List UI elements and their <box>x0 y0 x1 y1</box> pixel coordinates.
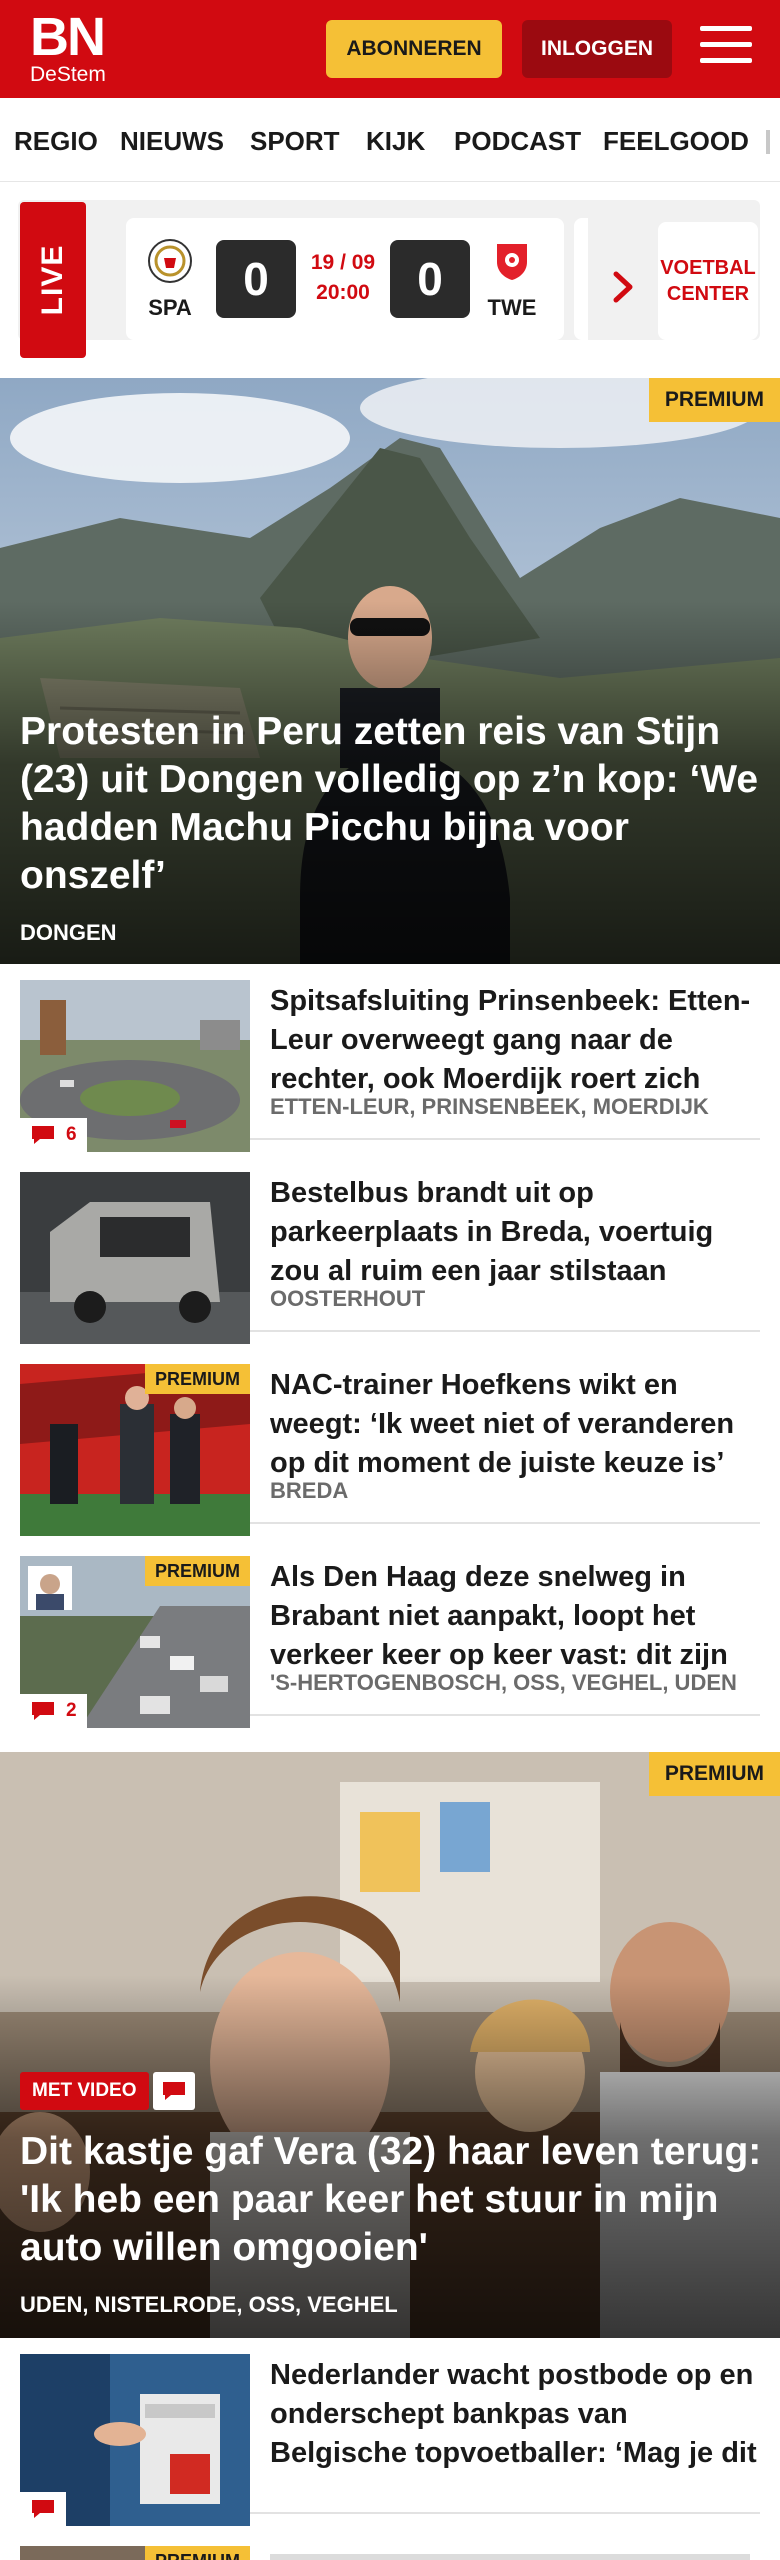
match-date: 19 / 09 <box>310 251 376 274</box>
hero-title[interactable]: Dit kastje gaf Vera (32) haar leven teru… <box>20 2128 765 2272</box>
article-location: 'S-HERTOGENBOSCH, OSS, VEGHEL, UDEN <box>270 1670 737 1695</box>
away-crest-icon <box>497 244 527 280</box>
list-item[interactable]: PREMIUM 2 Als Den Haag deze snelweg in B… <box>20 1540 760 1728</box>
nav-item-podcast[interactable]: PODCAST <box>454 126 581 157</box>
nav-item-regio[interactable]: REGIO <box>14 126 98 157</box>
site-header: BN DeStem ABONNEREN INLOGGEN <box>0 0 780 98</box>
comment-count-badge[interactable]: 6 <box>20 1118 87 1152</box>
hero-title[interactable]: Protesten in Peru zetten reis van Stijn … <box>20 708 765 900</box>
live-score-bar: LIVE SPA 0 19 / 09 20:00 0 TWE VOETBAL C… <box>0 182 780 376</box>
article-thumbnail <box>20 2354 250 2526</box>
article-title[interactable]: Als Den Haag deze snelweg in Brabant nie… <box>270 1558 760 1675</box>
chevron-right-icon[interactable] <box>606 270 640 304</box>
live-score-container: LIVE SPA 0 19 / 09 20:00 0 TWE VOETBAL C… <box>18 200 760 358</box>
premium-badge: PREMIUM <box>648 378 780 422</box>
premium-badge: PREMIUM <box>145 1556 250 1586</box>
article-title-cutoff <box>270 2554 750 2560</box>
next-match-card-peek[interactable] <box>574 218 588 340</box>
video-label: MET VIDEO <box>20 2072 149 2110</box>
hero-article-peru[interactable]: PREMIUM Protesten in Peru zetten reis va… <box>0 378 780 964</box>
list-item[interactable]: 6 Spitsafsluiting Prinsenbeek: Etten-Leu… <box>20 964 760 1152</box>
away-score: 0 <box>390 240 470 318</box>
comment-icon <box>32 1126 54 1144</box>
subscribe-button[interactable]: ABONNEREN <box>326 20 502 78</box>
hero-location: DONGEN <box>20 920 117 945</box>
article-title[interactable]: NAC-trainer Hoefkens wikt en weegt: ‘Ik … <box>270 1366 760 1483</box>
live-tag: LIVE <box>20 202 86 358</box>
away-team: TWE <box>482 238 542 321</box>
premium-badge: PREMIUM <box>648 1752 780 1796</box>
logo-main: BN <box>30 7 106 67</box>
live-tag-label: LIVE <box>36 244 69 316</box>
comment-icon <box>32 2500 54 2518</box>
comment-count-badge[interactable]: 2 <box>20 1694 87 1728</box>
nav-item-nieuws[interactable]: NIEUWS <box>120 126 224 157</box>
article-thumbnail: 6 <box>20 980 250 1152</box>
nav-item-sport[interactable]: SPORT <box>250 126 340 157</box>
match-kickoff: 19 / 09 20:00 <box>298 248 388 308</box>
video-badge: MET VIDEO <box>20 2072 195 2110</box>
article-title[interactable]: Nederlander wacht postbode op en ondersc… <box>270 2356 760 2473</box>
article-thumbnail: PREMIUM <box>20 1364 250 1536</box>
article-thumbnail: PREMIUM <box>20 2546 250 2560</box>
home-team: SPA <box>140 238 200 321</box>
site-logo[interactable]: BN DeStem <box>30 7 110 88</box>
article-thumbnail <box>20 1172 250 1344</box>
comment-count: 6 <box>66 1124 77 1145</box>
article-title[interactable]: Spitsafsluiting Prinsenbeek: Etten-Leur … <box>270 982 760 1099</box>
main-nav: REGIO NIEUWS SPORT KIJK PODCAST FEELGOOD <box>0 98 780 182</box>
list-item[interactable]: Bestelbus brandt uit op parkeerplaats in… <box>20 1156 760 1344</box>
article-title[interactable]: Bestelbus brandt uit op parkeerplaats in… <box>270 1174 760 1291</box>
hero-location: UDEN, NISTELRODE, OSS, VEGHEL <box>20 2292 398 2317</box>
list-item[interactable]: PREMIUM <box>20 2530 760 2560</box>
list-item[interactable]: Nederlander wacht postbode op en ondersc… <box>20 2338 760 2526</box>
comment-icon <box>162 2082 185 2100</box>
comment-count: 2 <box>66 1700 77 1721</box>
home-team-abbr: SPA <box>148 295 192 320</box>
article-location: BREDA <box>270 1478 349 1503</box>
home-score: 0 <box>216 240 296 318</box>
nav-item-feelgood[interactable]: FEELGOOD <box>603 126 749 157</box>
match-card[interactable]: SPA 0 19 / 09 20:00 0 TWE <box>126 218 564 340</box>
away-team-abbr: TWE <box>487 295 537 320</box>
article-location: ETTEN-LEUR, PRINSENBEEK, MOERDIJK <box>270 1094 709 1119</box>
thumbnail-burned-van <box>20 1172 250 1344</box>
home-crest-icon <box>148 239 192 283</box>
hero-article-vera[interactable]: PREMIUM MET VIDEO Dit kastje gaf Vera (3… <box>0 1752 780 2338</box>
login-button[interactable]: INLOGGEN <box>522 20 672 78</box>
nav-item-kijk[interactable]: KIJK <box>366 126 425 157</box>
comment-count-badge[interactable] <box>20 2492 66 2526</box>
hamburger-icon[interactable] <box>700 26 752 70</box>
article-thumbnail: PREMIUM 2 <box>20 1556 250 1728</box>
article-location: OOSTERHOUT <box>270 1286 426 1311</box>
comment-badge[interactable] <box>152 2072 195 2110</box>
list-item[interactable]: PREMIUM NAC-trainer Hoefkens wikt en wee… <box>20 1348 760 1536</box>
premium-badge: PREMIUM <box>145 1364 250 1394</box>
logo-sub: DeStem <box>30 63 106 86</box>
nav-overflow-indicator <box>766 130 770 154</box>
comment-icon <box>32 1702 54 1720</box>
premium-badge: PREMIUM <box>145 2546 250 2560</box>
match-time: 20:00 <box>316 281 370 304</box>
voetbal-center-link[interactable]: VOETBAL CENTER <box>658 222 758 340</box>
